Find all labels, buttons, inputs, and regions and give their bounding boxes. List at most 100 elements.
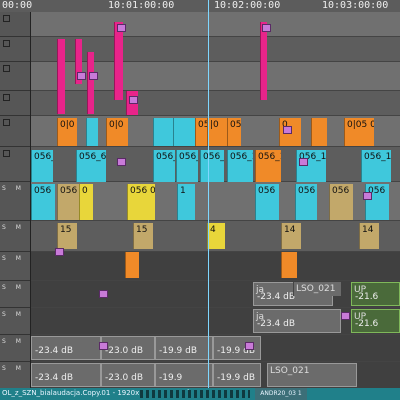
video-clip[interactable] (114, 22, 123, 100)
keyframe-marker[interactable] (99, 342, 108, 350)
video-clip[interactable] (281, 252, 297, 278)
video-clip[interactable]: |0 (207, 118, 227, 146)
audio-track-header[interactable]: S M (0, 362, 30, 389)
sequence-tab[interactable]: ANDR20_03 1 (255, 388, 307, 400)
solo-mute-buttons[interactable]: S M (2, 224, 25, 231)
audio-track-header[interactable]: S M (0, 281, 30, 308)
timecode-label: 10:02:00:00 (214, 0, 281, 11)
video-track-header[interactable] (0, 37, 30, 62)
keyframe-marker[interactable] (283, 126, 292, 134)
video-track-header[interactable] (0, 116, 30, 147)
audio-track-header[interactable]: S M (0, 252, 30, 281)
video-clip[interactable]: 056 (329, 184, 353, 220)
video-clip[interactable]: 056_7:17 (176, 150, 198, 182)
audio-clip[interactable]: -19.9 (155, 363, 213, 387)
video-clip[interactable]: 15 (133, 223, 153, 249)
video-clip[interactable] (173, 118, 195, 146)
video-track-header[interactable] (0, 12, 30, 37)
lock-icon[interactable] (3, 150, 10, 157)
video-clip[interactable] (87, 52, 94, 114)
keyframe-marker[interactable] (77, 72, 86, 80)
audio-clip[interactable]: -23.0 dB (101, 363, 155, 387)
video-clip[interactable]: 056_14:00 (255, 150, 281, 182)
playhead[interactable] (208, 0, 209, 388)
video-clip[interactable] (86, 118, 98, 146)
video-clip[interactable]: 05 (227, 118, 241, 146)
video-clip[interactable]: 1 (177, 184, 195, 220)
audio-track-header[interactable]: S M (0, 221, 30, 252)
video-clip[interactable]: 05 0 (195, 118, 207, 146)
solo-mute-buttons[interactable]: S M (2, 284, 25, 291)
keyframe-marker[interactable] (341, 312, 350, 320)
video-clip[interactable] (125, 252, 139, 278)
video-clip[interactable]: 056 (365, 184, 389, 220)
solo-mute-buttons[interactable]: S M (2, 365, 25, 372)
keyframe-marker[interactable] (55, 248, 64, 256)
audio-clip[interactable]: UP -21.6 (351, 282, 400, 306)
audio-clip[interactable]: LSO_021 (267, 363, 357, 387)
video-clip[interactable]: 14 (281, 223, 301, 249)
video-clip[interactable]: 056_1:8 (361, 150, 391, 182)
video-clip[interactable]: 056 (57, 184, 79, 220)
solo-mute-buttons[interactable]: S M (2, 338, 25, 345)
audio-clip[interactable]: UP -21.6 (351, 309, 400, 333)
solo-mute-buttons[interactable]: S M (2, 255, 25, 262)
audio-clip[interactable]: ja -23.4 dB (253, 309, 341, 333)
video-clip[interactable]: 056_6:14 (76, 150, 106, 182)
video-clip[interactable]: 4 (207, 223, 225, 249)
lock-icon[interactable] (3, 94, 10, 101)
lock-icon[interactable] (3, 40, 10, 47)
video-clip[interactable]: 056_13:0 (153, 150, 175, 182)
video-clip[interactable]: 0|0 (106, 118, 128, 146)
audio-track-header[interactable]: S M (0, 335, 30, 362)
video-clip[interactable]: 056_5:16 (31, 150, 53, 182)
timecode-ruler[interactable]: 00:00 10:01:00:00 10:02:00:00 10:03:00:0… (0, 0, 400, 12)
video-clip[interactable]: 056 0 (127, 184, 155, 220)
video-clip[interactable]: 0 (79, 184, 93, 220)
audio-clip[interactable]: -23.4 dB (31, 336, 101, 360)
audio-track-header[interactable]: S M (0, 308, 30, 335)
keyframe-marker[interactable] (129, 96, 138, 104)
keyframe-marker[interactable] (117, 158, 126, 166)
keyframe-marker[interactable] (262, 24, 271, 32)
video-clip[interactable] (57, 39, 65, 114)
keyframe-marker[interactable] (117, 24, 126, 32)
audio-clip[interactable]: -23.0 dB (101, 336, 155, 360)
video-clip[interactable]: 056_1:13 (296, 150, 326, 182)
audio-clip[interactable]: -19.9 dB (213, 363, 261, 387)
audio-clip[interactable]: LSO_021 (293, 282, 341, 296)
video-clip[interactable] (260, 22, 267, 100)
video-clip[interactable]: 056 (31, 184, 55, 220)
lock-icon[interactable] (3, 65, 10, 72)
solo-mute-buttons[interactable]: S M (2, 185, 25, 192)
video-clip[interactable] (311, 118, 327, 146)
video-clip[interactable]: 056_13:00 (200, 150, 224, 182)
video-clip[interactable]: 0|0 (57, 118, 77, 146)
audio-lane[interactable] (31, 252, 400, 281)
keyframe-marker[interactable] (99, 290, 108, 298)
track-lane[interactable] (31, 12, 400, 37)
keyframe-marker[interactable] (245, 342, 254, 350)
video-clip[interactable]: 15 (57, 223, 77, 249)
video-track-header[interactable] (0, 147, 30, 182)
lock-icon[interactable] (3, 119, 10, 126)
video-track-header[interactable] (0, 62, 30, 91)
solo-mute-buttons[interactable]: S M (2, 311, 25, 318)
keyframe-marker[interactable] (89, 72, 98, 80)
video-clip[interactable] (153, 118, 173, 146)
lock-icon[interactable] (3, 15, 10, 22)
keyframe-marker[interactable] (363, 192, 372, 200)
video-clip[interactable]: 0|05 0 (344, 118, 374, 146)
video-clip[interactable]: 056_14:05 (227, 150, 253, 182)
video-track-header[interactable]: S M (0, 182, 30, 221)
audio-lane[interactable] (31, 281, 400, 308)
audio-clip[interactable]: -23.4 dB (31, 363, 101, 387)
keyframe-marker[interactable] (299, 158, 308, 166)
video-track-header[interactable] (0, 91, 30, 116)
scroll-track[interactable] (140, 390, 250, 398)
video-clip[interactable]: 056 (295, 184, 317, 220)
audio-clip[interactable]: -19.9 dB (155, 336, 213, 360)
timeline-area[interactable]: 0|0 0|0 05 0 |0 05 0 0|05 0 056_5:16 056… (31, 12, 400, 388)
video-clip[interactable]: 056 (255, 184, 279, 220)
video-clip[interactable]: 14 (359, 223, 379, 249)
